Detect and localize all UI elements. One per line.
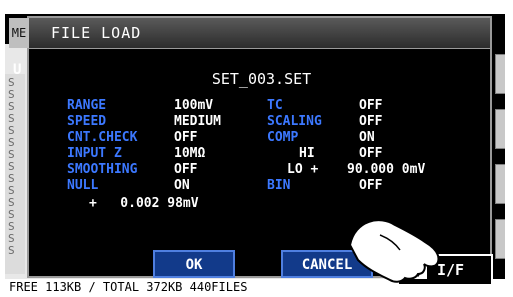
ok-button[interactable]: OK [153,250,235,278]
dialog-title: FILE LOAD [51,24,142,42]
side-button-3[interactable] [495,164,505,204]
null-value: + 0.002 98mV [89,196,199,211]
setting-value: 90.000 0mV [347,162,426,177]
hand-pointer-icon [348,219,440,283]
side-button-4[interactable] [495,219,505,259]
menu-tab[interactable]: ME [9,18,29,48]
loaded-filename: SET_003.SET [211,70,312,88]
setting-value: 100mV [174,98,214,113]
file-list-item: S [8,244,15,257]
setting-value: 10MΩ [174,146,206,161]
background-left-panel: S S S S S S S S S S S S S S S [5,74,25,274]
background-u-label: U [13,62,22,78]
setting-label: HI [299,146,315,161]
setting-label: SPEED [67,114,107,129]
setting-value: OFF [174,130,198,145]
setting-label: LO + [287,162,319,177]
device-frame: S S S S S S S S S S S S S S S U FREE 113… [0,0,513,297]
setting-value: ON [174,178,190,193]
screen: S S S S S S S S S S S S S S S U FREE 113… [5,14,505,295]
setting-value: OFF [359,178,383,193]
setting-label: SMOOTHING [67,162,138,177]
dialog-title-bar: ME FILE LOAD [9,18,490,49]
setting-label: CNT.CHECK [67,130,138,145]
setting-value: OFF [174,162,198,177]
setting-value: ON [359,130,375,145]
setting-label: INPUT Z [67,146,122,161]
side-button-1[interactable] [495,54,505,94]
setting-label: BIN [267,178,291,193]
setting-value: OFF [359,98,383,113]
setting-value: OFF [359,146,383,161]
setting-label: NULL [67,178,99,193]
setting-value: OFF [359,114,383,129]
setting-label: TC [267,98,283,113]
setting-label: COMP [267,130,299,145]
side-button-2[interactable] [495,109,505,149]
setting-label: RANGE [67,98,107,113]
setting-value: MEDIUM [174,114,221,129]
setting-label: SCALING [267,114,322,129]
